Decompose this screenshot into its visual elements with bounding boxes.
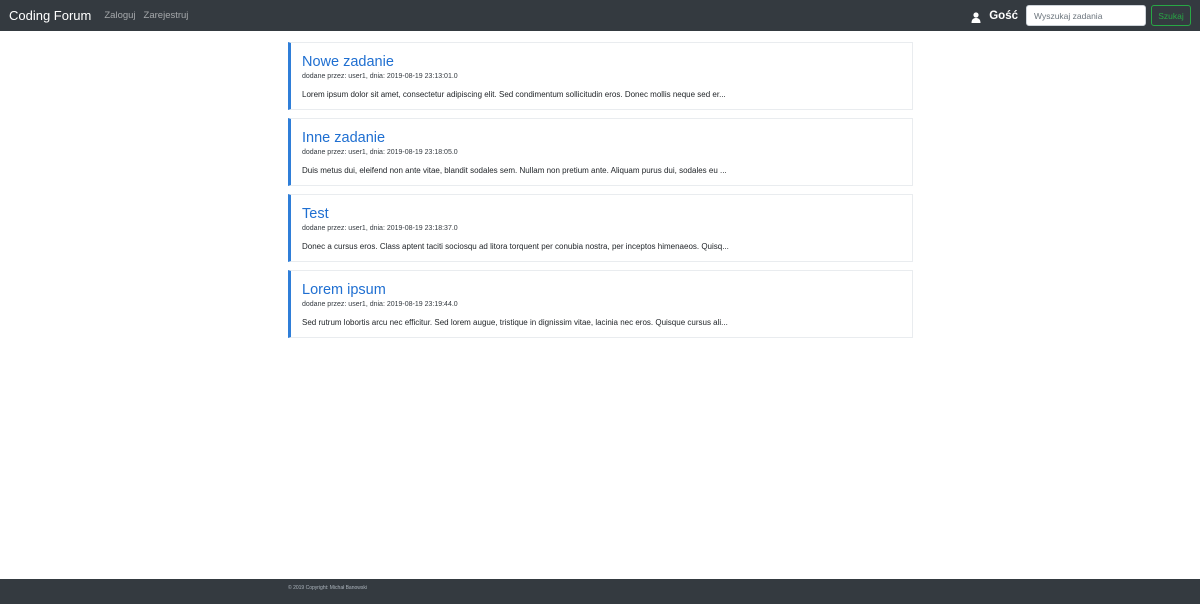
navbar-right: Gość Szukaj: [971, 5, 1191, 26]
post-meta: dodane przez: user1, dnia: 2019-08-19 23…: [302, 149, 458, 156]
user-name: Gość: [989, 9, 1018, 22]
footer-copyright: © 2019 Copyright: Michał Banowski: [288, 585, 367, 591]
footer: © 2019 Copyright: Michał Banowski: [0, 579, 1200, 604]
post-excerpt: Lorem ipsum dolor sit amet, consectetur …: [302, 90, 726, 99]
post-title-link[interactable]: Inne zadanie: [302, 129, 901, 147]
post-card: Inne zadanie dodane przez: user1, dnia: …: [288, 118, 913, 186]
post-list: Nowe zadanie dodane przez: user1, dnia: …: [288, 42, 913, 346]
post-title-link[interactable]: Test: [302, 205, 901, 223]
post-title-link[interactable]: Nowe zadanie: [302, 53, 901, 71]
register-link[interactable]: Zarejestruj: [144, 10, 189, 21]
post-meta: dodane przez: user1, dnia: 2019-08-19 23…: [302, 301, 458, 308]
search-input[interactable]: [1026, 5, 1146, 26]
post-meta: dodane przez: user1, dnia: 2019-08-19 23…: [302, 73, 458, 80]
post-excerpt: Duis metus dui, eleifend non ante vitae,…: [302, 166, 727, 175]
post-card: Lorem ipsum dodane przez: user1, dnia: 2…: [288, 270, 913, 338]
post-excerpt: Donec a cursus eros. Class aptent taciti…: [302, 242, 729, 251]
search-button[interactable]: Szukaj: [1151, 5, 1191, 26]
post-meta: dodane przez: user1, dnia: 2019-08-19 23…: [302, 225, 458, 232]
brand-link[interactable]: Coding Forum: [9, 8, 91, 23]
post-card: Test dodane przez: user1, dnia: 2019-08-…: [288, 194, 913, 262]
user-icon: [971, 10, 981, 23]
post-card: Nowe zadanie dodane przez: user1, dnia: …: [288, 42, 913, 110]
login-link[interactable]: Zaloguj: [104, 10, 135, 21]
navbar: Coding Forum Zaloguj Zarejestruj Gość Sz…: [0, 0, 1200, 31]
post-excerpt: Sed rutrum lobortis arcu nec efficitur. …: [302, 318, 728, 327]
post-title-link[interactable]: Lorem ipsum: [302, 281, 901, 299]
